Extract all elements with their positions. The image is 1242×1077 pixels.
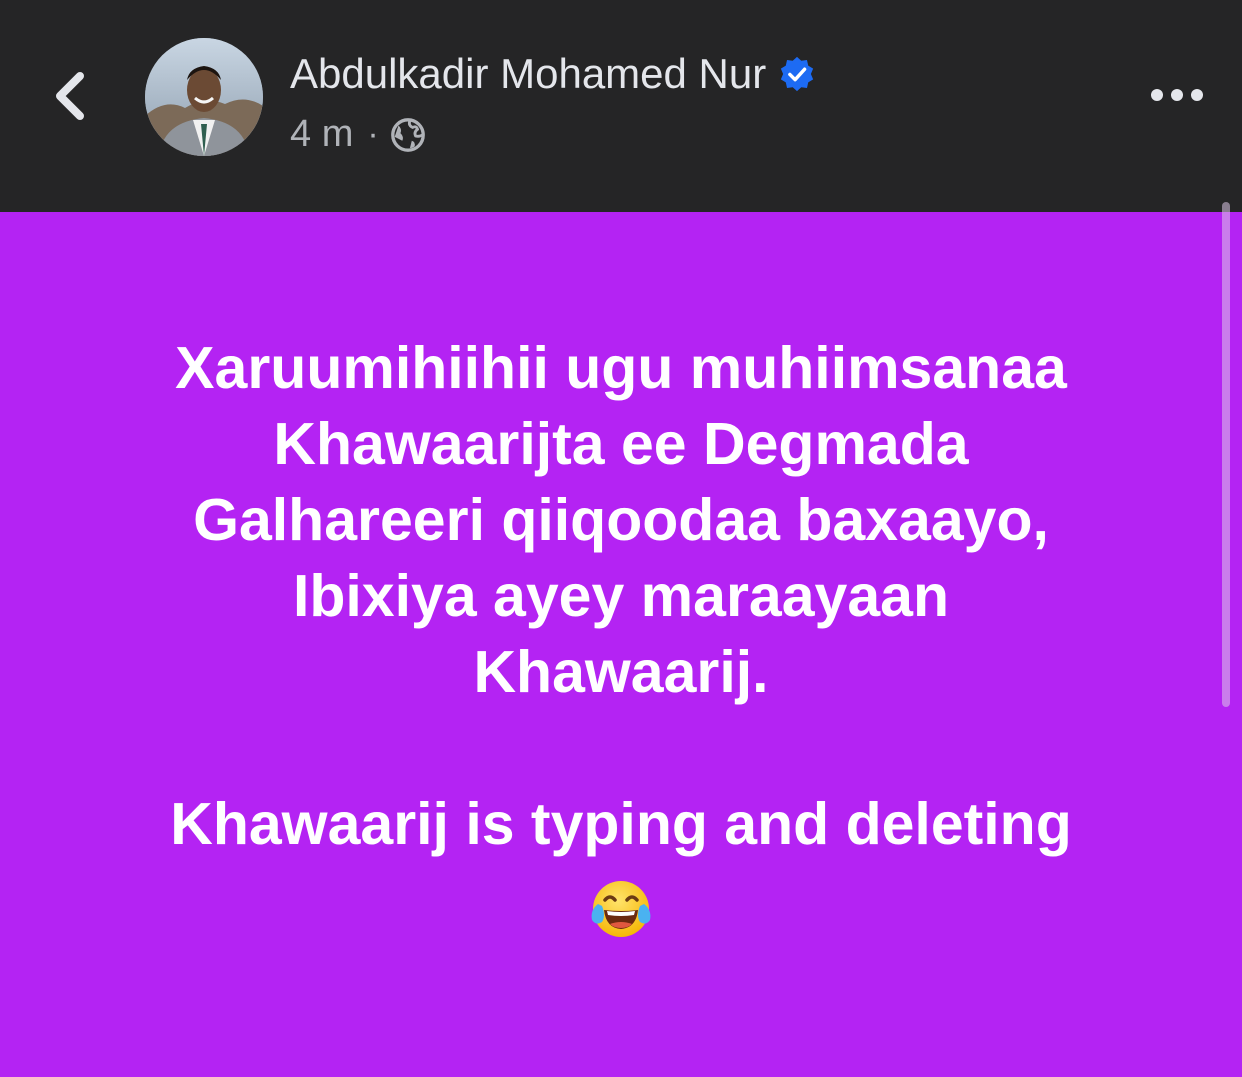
tears-of-joy-emoji-icon: 😂 [591,881,651,938]
scrollbar[interactable] [1222,202,1230,707]
post-background: Xaruumihiihii ugu muhiimsanaa Khawaarijt… [0,212,1242,1077]
author-name-row[interactable]: Abdulkadir Mohamed Nur [290,50,816,98]
globe-icon[interactable] [389,116,427,154]
post-viewer-screen: Abdulkadir Mohamed Nur 4 m · Xaruumihiih… [0,0,1242,1077]
profile-photo [145,38,263,156]
post-line: Khawaarijta ee Degmada [273,411,969,477]
post-blank-line [60,710,1182,786]
post-line: Khawaarij is typing and deleting [170,791,1072,857]
emoji-line: 😂 [60,862,1182,942]
post-line: Khawaarij. [473,639,769,705]
avatar[interactable] [145,38,263,156]
post-line: Ibixiya ayey maraayaan [292,563,950,629]
author-name[interactable]: Abdulkadir Mohamed Nur [290,50,766,98]
post-meta: 4 m · [290,113,427,156]
verified-badge-icon [781,56,814,92]
meta-separator: · [367,115,379,153]
timestamp[interactable]: 4 m [290,113,353,156]
more-options-button[interactable] [1142,70,1212,120]
post-line: Xaruumihiihii ugu muhiimsanaa [175,335,1067,401]
more-horizontal-icon [1151,89,1203,101]
back-button[interactable] [40,60,100,132]
post-line: Galhareeri qiiqoodaa baxaayo, [193,487,1049,553]
post-header: Abdulkadir Mohamed Nur 4 m · [0,0,1242,212]
post-text: Xaruumihiihii ugu muhiimsanaa Khawaarijt… [60,330,1182,942]
chevron-left-icon [56,72,84,120]
